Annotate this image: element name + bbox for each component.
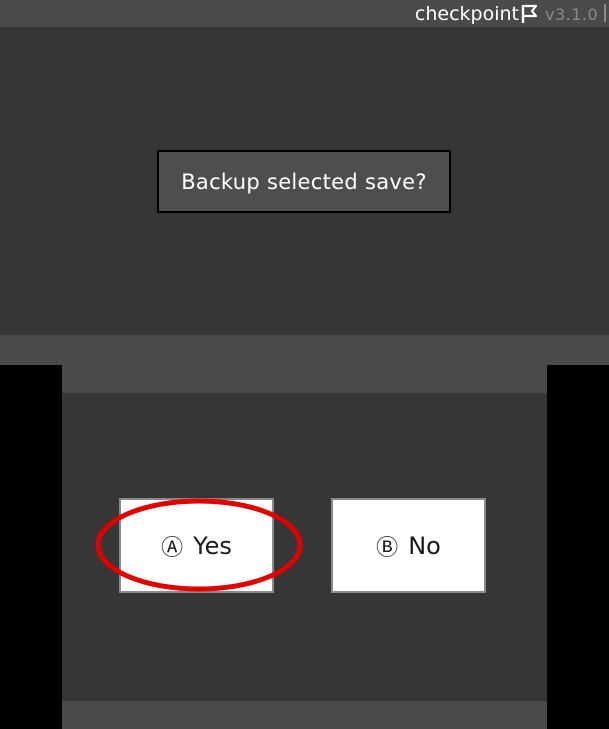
- no-button[interactable]: Ⓑ No: [331, 498, 486, 593]
- app-title: checkpoint: [414, 3, 519, 25]
- top-footer-bar: [0, 335, 609, 365]
- divider: [604, 4, 606, 22]
- top-status-bar: checkpoint v3.1.0: [0, 0, 609, 27]
- a-button-icon: Ⓐ: [161, 535, 184, 561]
- bottom-screen: Ⓐ Yes Ⓑ No: [62, 365, 547, 729]
- yes-button[interactable]: Ⓐ Yes: [119, 498, 274, 593]
- dialog-message: Backup selected save?: [181, 169, 427, 194]
- flag-icon: [521, 4, 538, 23]
- confirm-dialog: Backup selected save?: [157, 150, 451, 213]
- version-label: v3.1.0: [545, 5, 599, 24]
- top-screen: checkpoint v3.1.0 Backup selected save?: [0, 0, 609, 365]
- no-button-label: No: [408, 531, 441, 560]
- yes-button-label: Yes: [193, 531, 232, 560]
- bottom-footer-bar: [62, 701, 547, 729]
- b-button-icon: Ⓑ: [376, 535, 399, 561]
- bottom-header-bar: [62, 365, 547, 393]
